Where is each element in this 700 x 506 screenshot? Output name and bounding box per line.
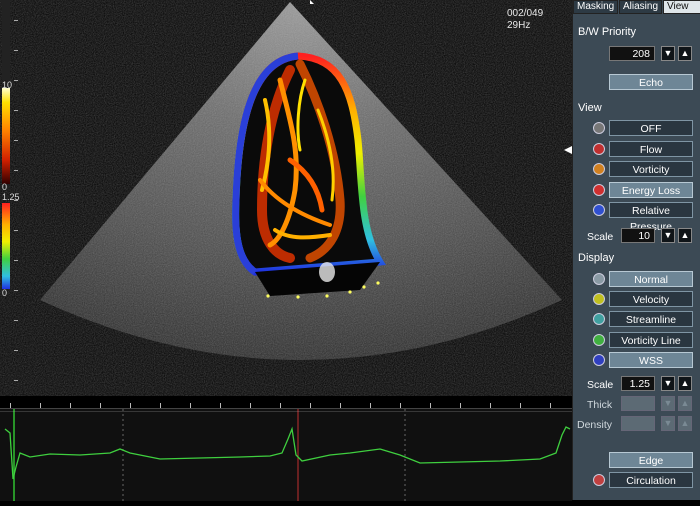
- velocity-scale-max: 1.25: [2, 192, 20, 202]
- circulation-icon: [593, 474, 605, 486]
- display-streamline-button[interactable]: Streamline: [609, 311, 693, 327]
- bw-priority-value[interactable]: 208: [609, 46, 655, 61]
- edge-button[interactable]: Edge: [609, 452, 693, 468]
- display-scale-label: Scale: [587, 379, 614, 391]
- density-down-button: ▼: [661, 416, 675, 431]
- thick-value: [621, 396, 655, 411]
- view-section-title: View: [578, 102, 602, 114]
- display-scale-up-button[interactable]: ▲: [678, 376, 692, 391]
- flow-scale-min: 0: [2, 182, 8, 192]
- wss-icon: [593, 354, 605, 366]
- bw-priority-down-button[interactable]: ▼: [661, 46, 675, 61]
- vorticity-line-icon: [593, 334, 605, 346]
- pressure-icon: [593, 204, 605, 216]
- view-flow-button[interactable]: Flow: [609, 141, 693, 157]
- flow-icon: [593, 143, 605, 155]
- tab-aliasing[interactable]: Aliasing: [619, 0, 663, 14]
- arrow-down-icon: ▼: [663, 398, 673, 408]
- display-wss-button[interactable]: WSS: [609, 352, 693, 368]
- echo-image: [2, 0, 572, 408]
- thick-label: Thick: [587, 399, 613, 411]
- arrow-up-icon: ▲: [680, 230, 690, 240]
- ecg-trace: [0, 409, 572, 501]
- display-section-title: Display: [578, 252, 615, 264]
- normal-icon: [593, 273, 605, 285]
- density-up-button: ▲: [678, 416, 692, 431]
- ultrasound-viewport[interactable]: 002/049 29Hz 10 0 1.25 0: [0, 0, 572, 408]
- arrow-up-icon: ▲: [680, 48, 690, 58]
- tab-masking[interactable]: Masking: [573, 0, 619, 14]
- tab-view[interactable]: View: [663, 0, 700, 14]
- velocity-colorbar: [2, 203, 10, 289]
- ghost-icon: [593, 122, 605, 134]
- arrow-up-icon: ▲: [680, 418, 690, 428]
- view-scale-value[interactable]: 10: [621, 228, 655, 243]
- density-label: Density: [577, 419, 613, 431]
- bw-priority-up-button[interactable]: ▲: [678, 46, 692, 61]
- thick-down-button: ▼: [661, 396, 675, 411]
- density-value: [621, 416, 655, 431]
- flow-scale-max: 10: [2, 80, 13, 90]
- vorticity-icon: [593, 163, 605, 175]
- view-energy-loss-button[interactable]: Energy Loss: [609, 182, 693, 198]
- focus-marker: [564, 146, 572, 154]
- display-scale-down-button[interactable]: ▼: [661, 376, 675, 391]
- ecg-strip[interactable]: [0, 408, 572, 501]
- view-vorticity-button[interactable]: Vorticity: [609, 161, 693, 177]
- view-scale-label: Scale: [587, 231, 614, 243]
- arrow-down-icon: ▼: [663, 48, 673, 58]
- arrow-up-icon: ▲: [680, 378, 690, 388]
- energy-loss-icon: [593, 184, 605, 196]
- velocity-icon: [593, 293, 605, 305]
- control-panel: Masking Aliasing View B/W Priority 208 ▼…: [572, 0, 700, 500]
- thick-up-button: ▲: [678, 396, 692, 411]
- view-scale-down-button[interactable]: ▼: [661, 228, 675, 243]
- frame-info: 002/049 29Hz: [507, 8, 543, 32]
- view-relative-pressure-button[interactable]: Relative Pressure: [609, 202, 693, 233]
- display-vorticity-line-button[interactable]: Vorticity Line: [609, 332, 693, 348]
- velocity-scale-min: 0: [2, 288, 8, 298]
- streamline-icon: [593, 313, 605, 325]
- view-off-button[interactable]: OFF: [609, 120, 693, 136]
- display-velocity-button[interactable]: Velocity: [609, 291, 693, 307]
- arrow-down-icon: ▼: [663, 418, 673, 428]
- display-scale-value[interactable]: 1.25: [621, 376, 655, 391]
- arrow-down-icon: ▼: [663, 378, 673, 388]
- echo-button[interactable]: Echo: [609, 74, 693, 90]
- view-scale-up-button[interactable]: ▲: [678, 228, 692, 243]
- flow-colorbar: [2, 88, 10, 184]
- arrow-down-icon: ▼: [663, 230, 673, 240]
- display-normal-button[interactable]: Normal: [609, 271, 693, 287]
- arrow-up-icon: ▲: [680, 398, 690, 408]
- frame-rate: 29Hz: [507, 20, 531, 31]
- circulation-button[interactable]: Circulation: [609, 472, 693, 488]
- bw-priority-label: B/W Priority: [578, 26, 637, 38]
- frame-counter: 002/049: [507, 8, 544, 19]
